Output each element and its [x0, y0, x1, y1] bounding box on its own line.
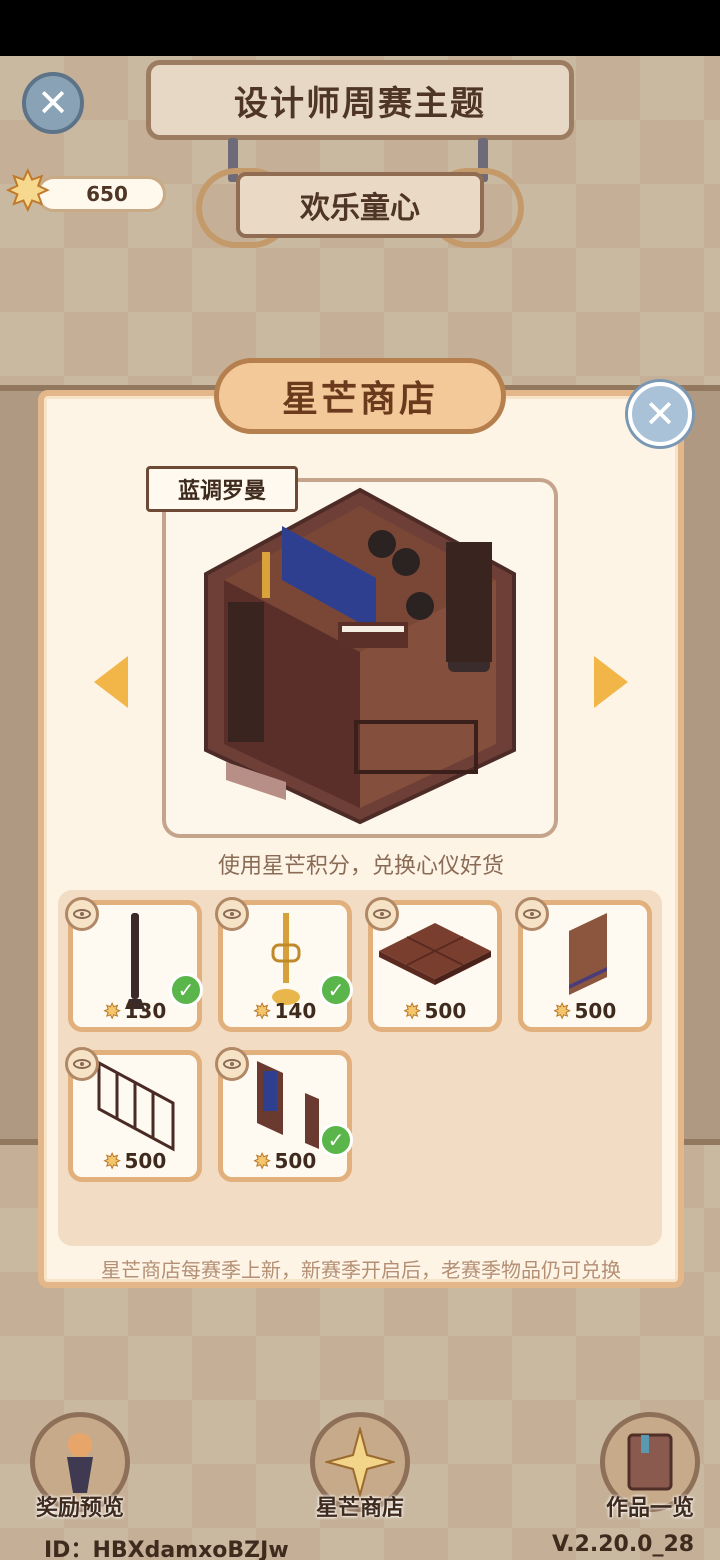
- nav-label-shop: 星芒商店: [315, 1496, 404, 1521]
- compass-star-icon: [325, 1427, 395, 1497]
- eye-icon[interactable]: [215, 1047, 249, 1081]
- star-icon: ✸: [253, 1149, 271, 1174]
- nav-label-works: 作品一览: [605, 1496, 694, 1521]
- user-id: ID：HBXdamxoBZJw: [44, 1538, 289, 1560]
- close-icon[interactable]: ✕: [22, 72, 84, 134]
- item-price: ✸ 140: [253, 999, 317, 1024]
- item-price: ✸ 500: [403, 999, 467, 1024]
- shop-subtitle: 使用星芒积分，兑换心仪好货: [217, 854, 504, 879]
- item-price: ✸ 130: [103, 999, 167, 1024]
- status-bar: [0, 0, 720, 56]
- item-price: ✸ 500: [103, 1149, 167, 1174]
- book-icon: [627, 1433, 673, 1491]
- eye-icon[interactable]: [215, 897, 249, 931]
- eye-icon[interactable]: [65, 897, 99, 931]
- star-icon: ✸: [5, 162, 51, 222]
- trophy-icon: [67, 1433, 93, 1493]
- points-value: 650: [36, 176, 166, 212]
- shop-item-wall-panel[interactable]: ✸ 500: [515, 897, 652, 1032]
- nav-label-rewards: 奖励预览: [35, 1496, 124, 1521]
- star-icon: ✸: [403, 999, 421, 1024]
- star-icon: ✸: [253, 999, 271, 1024]
- eye-icon[interactable]: [365, 897, 399, 931]
- shop-item-window-shelf[interactable]: ✓ ✸ 500: [215, 1047, 353, 1182]
- shop-item-floor-tile[interactable]: ✸ 500: [365, 897, 502, 1032]
- item-price: ✸ 500: [553, 999, 617, 1024]
- shop-footnote: 星芒商店每赛季上新，新赛季开启后，老赛季物品仍可兑换: [101, 1258, 621, 1282]
- item-price: ✸ 500: [253, 1149, 317, 1174]
- theme-plate: 欢乐童心: [236, 172, 484, 238]
- eye-icon[interactable]: [515, 897, 549, 931]
- shop-item-trumpet[interactable]: ✓ ✸ 140: [215, 897, 353, 1032]
- page-title: 设计师周赛主题: [146, 60, 574, 140]
- featured-name-tag: 蓝调罗曼: [146, 466, 298, 512]
- eye-icon[interactable]: [65, 1047, 99, 1081]
- star-icon: ✸: [103, 999, 121, 1024]
- featured-preview[interactable]: [162, 478, 558, 838]
- star-icon: ✸: [553, 999, 571, 1024]
- shop-title: 星芒商店: [214, 358, 506, 434]
- version-label: V.2.20.0_28: [552, 1532, 695, 1557]
- room-illustration: [204, 487, 516, 825]
- shop-item-railing[interactable]: ✸ 500: [65, 1047, 202, 1182]
- panel-close-icon[interactable]: ✕: [628, 382, 692, 446]
- next-arrow-icon[interactable]: [594, 656, 628, 708]
- previous-arrow-icon[interactable]: [94, 656, 128, 708]
- star-icon: ✸: [103, 1149, 121, 1174]
- shop-item-clarinet[interactable]: ✓ ✸ 130: [65, 897, 203, 1032]
- points-counter: 650 ✸: [5, 165, 166, 219]
